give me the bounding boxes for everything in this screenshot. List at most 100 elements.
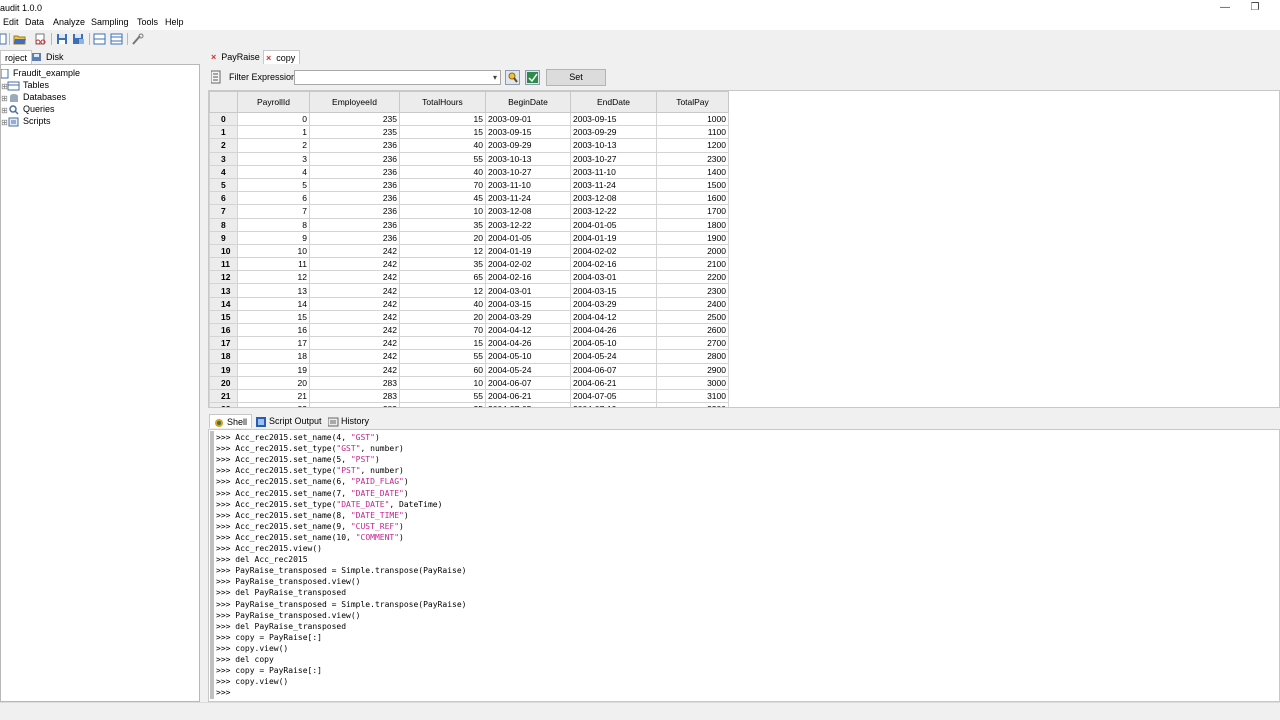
row-index-header[interactable] bbox=[209, 91, 238, 113]
table-cell[interactable]: 3 bbox=[237, 151, 310, 166]
tree-item-tables[interactable]: ⊞ Tables bbox=[1, 79, 49, 91]
table-row[interactable]: 0 0 235 15 2003-09-01 2003-09-15 1000 bbox=[209, 111, 729, 127]
table-cell[interactable]: 2004-06-21 bbox=[570, 375, 657, 390]
row-index[interactable]: 3 bbox=[209, 151, 238, 166]
table-cell[interactable]: 2004-07-19 bbox=[570, 402, 657, 407]
column-header[interactable]: EmployeeId bbox=[309, 91, 400, 113]
row-index[interactable]: 4 bbox=[209, 164, 238, 179]
table-row[interactable]: 5 5 236 70 2003-11-10 2003-11-24 1500 bbox=[209, 177, 729, 193]
table-row[interactable]: 19 19 242 60 2004-05-24 2004-06-07 2900 bbox=[209, 362, 729, 377]
table-row[interactable]: 4 4 236 40 2003-10-27 2003-11-10 1400 bbox=[209, 164, 729, 179]
table-cell[interactable]: 2004-01-19 bbox=[570, 230, 657, 245]
table-cell[interactable]: 5 bbox=[237, 177, 310, 193]
tab-disk[interactable]: Disk bbox=[42, 50, 68, 64]
table-cell[interactable]: 283 bbox=[309, 388, 400, 404]
table-cell[interactable]: 1900 bbox=[656, 230, 729, 245]
tab-project[interactable]: roject bbox=[0, 50, 33, 64]
table-cell[interactable]: 2004-05-24 bbox=[570, 349, 657, 364]
open-folder-icon[interactable] bbox=[13, 33, 26, 45]
table-cell[interactable]: 20 bbox=[237, 375, 310, 390]
table-cell[interactable]: 235 bbox=[309, 111, 400, 127]
row-index[interactable]: 20 bbox=[209, 375, 238, 390]
row-index[interactable]: 2 bbox=[209, 138, 238, 153]
row-index[interactable]: 6 bbox=[209, 191, 238, 206]
tree-item-queries[interactable]: ⊞ Queries bbox=[1, 103, 55, 115]
table-row[interactable]: 16 16 242 70 2004-04-12 2004-04-26 2600 bbox=[209, 322, 729, 338]
row-index[interactable]: 9 bbox=[209, 230, 238, 245]
row-index[interactable]: 19 bbox=[209, 362, 238, 377]
table-cell[interactable]: 2004-06-21 bbox=[485, 388, 571, 404]
table-cell[interactable]: 242 bbox=[309, 336, 400, 351]
table-cell[interactable]: 1800 bbox=[656, 217, 729, 232]
table-cell[interactable]: 40 bbox=[399, 296, 486, 311]
menu-edit[interactable]: Edit bbox=[3, 17, 19, 27]
table-cell[interactable]: 15 bbox=[237, 309, 310, 325]
table-cell[interactable]: 2700 bbox=[656, 336, 729, 351]
new-icon[interactable] bbox=[0, 33, 13, 45]
table-cell[interactable]: 2004-04-12 bbox=[570, 309, 657, 325]
table-cell[interactable]: 2004-07-05 bbox=[485, 402, 571, 407]
table-row[interactable]: 2222283252004-07-052004-07-193200 bbox=[209, 402, 729, 407]
table-cell[interactable]: 2800 bbox=[656, 349, 729, 364]
table-cell[interactable]: 40 bbox=[399, 164, 486, 179]
set-button[interactable]: Set bbox=[546, 69, 606, 86]
table-row[interactable]: 17 17 242 15 2004-04-26 2004-05-10 2700 bbox=[209, 336, 729, 351]
table-cell[interactable]: 2004-01-05 bbox=[570, 217, 657, 232]
tab-payraise[interactable]: × PayRaise bbox=[209, 50, 264, 64]
table-row[interactable]: 2 2 236 40 2003-09-29 2003-10-13 1200 bbox=[209, 138, 729, 153]
table-cell[interactable]: 18 bbox=[237, 349, 310, 364]
table-row[interactable]: 20 20 283 10 2004-06-07 2004-06-21 3000 bbox=[209, 375, 729, 390]
table-cell[interactable]: 70 bbox=[399, 322, 486, 338]
table-cell[interactable]: 55 bbox=[399, 388, 486, 404]
table-cell[interactable]: 21 bbox=[237, 388, 310, 404]
table-cell[interactable]: 2900 bbox=[656, 362, 729, 377]
table-cell[interactable]: 236 bbox=[309, 164, 400, 179]
row-index[interactable]: 0 bbox=[209, 111, 238, 127]
row-index[interactable]: 8 bbox=[209, 217, 238, 232]
table-cell[interactable]: 2004-04-26 bbox=[485, 336, 571, 351]
table-cell[interactable]: 2003-12-22 bbox=[485, 217, 571, 232]
table-cell[interactable]: 2004-05-24 bbox=[485, 362, 571, 377]
restore-button[interactable]: ❐ bbox=[1240, 0, 1270, 16]
table-row[interactable]: 8 8 236 35 2003-12-22 2004-01-05 1800 bbox=[209, 217, 729, 232]
column-header[interactable]: TotalHours bbox=[399, 91, 486, 113]
table-cell[interactable]: 236 bbox=[309, 177, 400, 193]
table-cell[interactable]: 2004-04-12 bbox=[485, 322, 571, 338]
menu-sampling[interactable]: Sampling bbox=[91, 17, 129, 27]
table-cell[interactable]: 20 bbox=[399, 230, 486, 245]
table-cell[interactable]: 2100 bbox=[656, 257, 729, 272]
table-cell[interactable]: 2004-03-15 bbox=[485, 296, 571, 311]
table-cell[interactable]: 242 bbox=[309, 362, 400, 377]
column-header[interactable]: BeginDate bbox=[485, 91, 571, 113]
table-cell[interactable]: 2003-10-27 bbox=[570, 151, 657, 166]
row-index[interactable]: 15 bbox=[209, 309, 238, 325]
table-cell[interactable]: 1100 bbox=[656, 125, 729, 140]
table-cell[interactable]: 235 bbox=[309, 125, 400, 140]
table-row[interactable]: 21 21 283 55 2004-06-21 2004-07-05 3100 bbox=[209, 388, 729, 404]
table-cell[interactable]: 14 bbox=[237, 296, 310, 311]
table-cell[interactable]: 2004-06-07 bbox=[570, 362, 657, 377]
split-vertical-icon[interactable] bbox=[110, 33, 123, 45]
tree-root-fraudit-example[interactable]: Fraudit_example bbox=[0, 67, 80, 79]
table-cell[interactable]: 10 bbox=[399, 375, 486, 390]
table-cell[interactable]: 2004-02-02 bbox=[570, 243, 657, 259]
table-cell[interactable]: 1600 bbox=[656, 191, 729, 206]
table-cell[interactable]: 70 bbox=[399, 177, 486, 193]
row-index[interactable]: 17 bbox=[209, 336, 238, 351]
table-cell[interactable]: 2004-04-26 bbox=[570, 322, 657, 338]
vertical-splitter[interactable] bbox=[201, 48, 207, 702]
table-cell[interactable]: 0 bbox=[237, 111, 310, 127]
table-cell[interactable]: 1500 bbox=[656, 177, 729, 193]
table-cell[interactable]: 19 bbox=[237, 362, 310, 377]
filter-expression-input[interactable] bbox=[294, 70, 501, 85]
table-cell[interactable]: 236 bbox=[309, 138, 400, 153]
row-index[interactable]: 5 bbox=[209, 177, 238, 193]
table-cell[interactable]: 3200 bbox=[656, 402, 729, 407]
table-cell[interactable]: 4 bbox=[237, 164, 310, 179]
table-cell[interactable]: 60 bbox=[399, 362, 486, 377]
row-index[interactable]: 10 bbox=[209, 243, 238, 259]
table-cell[interactable]: 1000 bbox=[656, 111, 729, 127]
table-row[interactable]: 10 10 242 12 2004-01-19 2004-02-02 2000 bbox=[209, 243, 729, 259]
table-cell[interactable]: 2004-01-05 bbox=[485, 230, 571, 245]
table-cell[interactable]: 40 bbox=[399, 138, 486, 153]
